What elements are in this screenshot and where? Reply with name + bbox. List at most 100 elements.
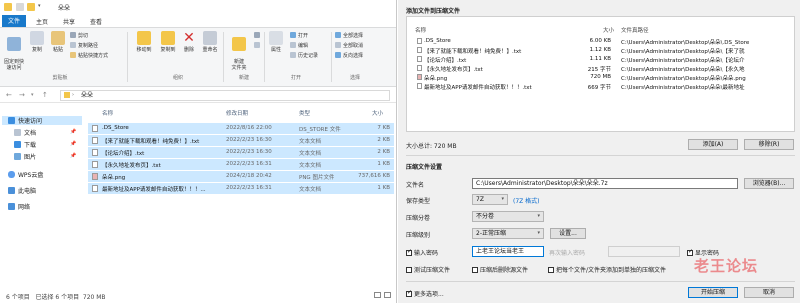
tiles-view-icon[interactable] [384, 292, 391, 298]
checkbox-checked [406, 289, 412, 297]
nav-this-pc[interactable]: 此电脑 [8, 186, 36, 195]
format-link[interactable]: (7Z 格式) [513, 196, 540, 205]
pin-quick-access-button[interactable]: 固定到快 速访问 [3, 31, 25, 71]
tab-file[interactable]: 文件 [2, 15, 27, 27]
status-bar: 6 个项目 已选择 6 个项目 720 MB [0, 289, 396, 303]
tab-home[interactable]: 主页 [30, 16, 54, 27]
pin-icon [7, 37, 21, 51]
rename-button[interactable]: 重命名 [199, 31, 221, 53]
password-input[interactable]: 上老王论坛当老王 [472, 246, 544, 257]
nav-quick-access[interactable]: 快速访问 [2, 116, 82, 125]
text-file-icon [92, 137, 98, 144]
paste-button[interactable]: 粘贴 [50, 31, 66, 53]
paste-shortcut-button[interactable]: 粘贴快捷方式 [70, 52, 108, 59]
archive-filename-input[interactable]: C:\Users\Administrator\Desktop\朵朵\朵朵.7z [472, 178, 738, 189]
file-icon [417, 38, 422, 44]
open-icon [290, 32, 296, 38]
table-row[interactable]: 【永久地址发布页】.txt 2022/2/23 16:31 文本文档 1 KB [88, 159, 394, 170]
list-item[interactable]: 最新地址及APP请发邮件自动获取！！！.txt 669 字节 C:\Users\Ad… [407, 82, 796, 91]
archive-file-list: 名称 大小 文件真路径 .DS_Store 6.00 KB C:\Users\Adm… [406, 16, 795, 132]
details-view-icon[interactable] [374, 292, 381, 298]
file-icon [417, 83, 422, 89]
browse-button[interactable]: 浏览器(B)... [744, 178, 794, 189]
column-size[interactable]: 大小 [372, 109, 383, 117]
filename-label: 文件名 [406, 182, 425, 189]
copy-button[interactable]: 复制 [29, 31, 45, 53]
table-row[interactable]: 【来了就能下载和观看！纯免费！】.txt 2022/2/23 16:30 文本文档 2… [88, 135, 394, 146]
select-all-icon [335, 32, 341, 38]
address-input[interactable]: › 朵朵 [60, 90, 390, 101]
list-item[interactable]: .DS_Store 6.00 KB C:\Users\Administrator\D… [407, 37, 796, 46]
tab-view[interactable]: 查看 [84, 16, 108, 27]
more-options-checkbox[interactable]: 更多选项... [406, 289, 444, 298]
open-button[interactable]: 打开 [290, 32, 308, 39]
history-button[interactable]: 历史记录 [290, 52, 318, 59]
chevron-down-icon[interactable]: ▾ [38, 3, 43, 11]
cut-button[interactable]: 剪切 [70, 32, 88, 39]
computer-icon [8, 187, 15, 194]
list-item[interactable]: 【论坛介绍】.txt 1.11 KB C:\Users\Administrator\… [407, 55, 796, 64]
password-checkbox[interactable]: 输入密码 [406, 248, 438, 257]
select-all-button[interactable]: 全部选择 [335, 32, 363, 39]
pin-icon: 📌 [70, 153, 77, 159]
nav-wps-cloud[interactable]: WPS云盘 [8, 170, 43, 179]
test-archive-checkbox[interactable]: 测试压缩文件 [406, 265, 450, 274]
copy-path-button[interactable]: 复制路径 [70, 42, 98, 49]
delete-after-checkbox[interactable]: 压缩后删除源文件 [472, 265, 528, 274]
settings-button[interactable]: 设置... [550, 228, 586, 239]
ribbon-tabs: 文件 主页 共享 查看 [0, 14, 396, 27]
back-arrow-icon[interactable]: ← [6, 91, 12, 99]
repeat-password-input[interactable] [608, 246, 680, 257]
column-date[interactable]: 修改日期 [226, 109, 248, 117]
table-row[interactable]: 最新地址及APP请发邮件自动获取！！！... 2022/2/23 16:31 文本文… [88, 183, 394, 194]
select-group-label: 选择 [349, 75, 360, 81]
invert-selection-button[interactable]: 反向选择 [335, 52, 363, 59]
compression-level-select[interactable]: 2-正常压缩 ▾ [472, 228, 544, 239]
tab-share[interactable]: 共享 [57, 16, 81, 27]
properties-icon[interactable] [16, 3, 24, 11]
image-file-icon [92, 173, 98, 180]
checkbox [406, 267, 412, 273]
column-name[interactable]: 名称 [102, 109, 113, 117]
copy-to-button[interactable]: 复制到 [157, 31, 179, 53]
list-item[interactable]: 【来了就能下载和观看！纯免费！】.txt 1.12 KB C:\Users\Admi… [407, 46, 796, 55]
status-text: 6 个项目 已选择 6 个项目 720 MB [6, 294, 106, 301]
total-size: 大小总计: 720 MB [406, 143, 457, 150]
open-group-label: 打开 [290, 75, 301, 81]
table-row[interactable]: 朵朵.png 2024/2/18 20:42 PNG 图片文件 737,616 KB [88, 171, 394, 182]
list-item[interactable]: 【永久地址发布页】.txt 215 字节 C:\Users\Administrato… [407, 64, 796, 73]
easy-access-button[interactable] [254, 42, 262, 49]
split-volume-select[interactable]: 不分卷 ▾ [472, 211, 544, 222]
properties-button[interactable]: 属性 [268, 31, 284, 53]
nav-downloads[interactable]: 下载 [14, 140, 36, 149]
cancel-button[interactable]: 取消 [744, 287, 794, 298]
file-icon [92, 125, 98, 132]
cloud-icon [8, 171, 15, 178]
network-icon [8, 203, 15, 210]
edit-button[interactable]: 编辑 [290, 42, 308, 49]
new-item-button[interactable] [254, 32, 262, 39]
list-item[interactable]: 朵朵.png 720 MB C:\Users\Administrator\Deskt… [407, 73, 796, 82]
nav-network[interactable]: 网络 [8, 202, 30, 211]
up-arrow-icon[interactable]: ↑ [42, 91, 48, 99]
archive-type-select[interactable]: 7Z ▾ [472, 194, 508, 205]
divider [406, 155, 795, 156]
nav-pictures[interactable]: 图片 [14, 152, 36, 161]
select-none-button[interactable]: 全部取消 [335, 42, 363, 49]
column-type[interactable]: 类型 [299, 109, 310, 117]
table-row[interactable]: 【论坛介绍】.txt 2022/2/23 16:30 文本文档 2 KB [88, 147, 394, 158]
move-to-button[interactable]: 移动到 [133, 31, 155, 53]
delete-button[interactable]: ✕ 删除 [181, 31, 197, 53]
add-button[interactable]: 添加(A) [688, 139, 738, 150]
nav-documents[interactable]: 文档 [14, 128, 36, 137]
history-icon [290, 52, 296, 58]
settings-section-title: 压缩文件设置 [406, 164, 443, 171]
remove-button[interactable]: 移除(R) [744, 139, 794, 150]
table-row[interactable]: .DS_Store 2022/8/16 22:00 DS_STORE 文件 7 KB [88, 123, 394, 134]
start-compress-button[interactable]: 开始压缩 [688, 287, 738, 298]
separate-archives-checkbox[interactable]: 把每个文件/文件夹添加到单独的压缩文件 [548, 265, 666, 274]
forward-arrow-icon[interactable]: → [19, 91, 25, 99]
new-folder-button[interactable]: 新建 文件夹 [227, 31, 251, 71]
new-folder-icon[interactable] [27, 3, 35, 11]
chevron-down-icon[interactable]: ▾ [31, 92, 34, 98]
